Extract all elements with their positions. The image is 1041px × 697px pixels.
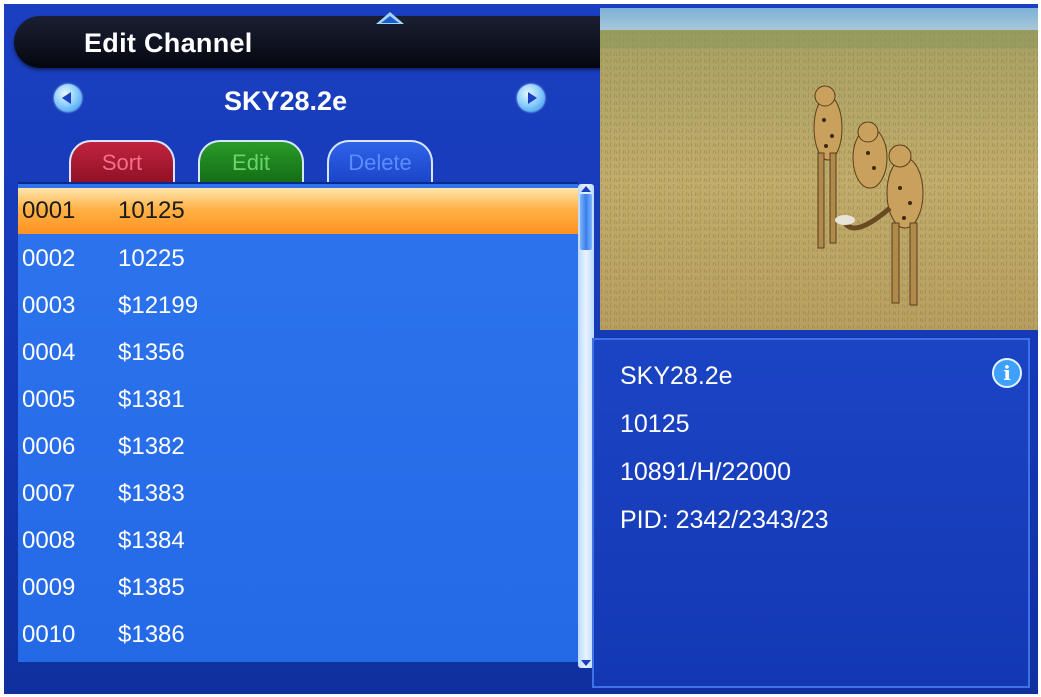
satellite-name: SKY28.2e [224,86,348,116]
channel-name: 10225 [118,245,185,272]
channel-row[interactable]: 0009 $1385 [18,565,578,611]
channel-list: 0001 10125 0002 10225 0003 $12199 0004 $… [18,182,578,662]
arrow-left-glyph [62,92,71,104]
channel-name: 10125 [118,197,185,224]
arrow-right-circle-icon[interactable] [517,84,545,112]
channel-name: $1381 [118,386,185,413]
channel-row[interactable]: 0004 $1356 [18,330,578,376]
channel-row[interactable]: 0010 $1386 [18,612,578,658]
channel-row[interactable]: 0002 10225 [18,236,578,282]
preview-image [600,8,1038,330]
edit-button[interactable]: Edit [198,140,304,184]
channel-number: 0009 [22,574,76,601]
arrow-left-circle-icon[interactable] [54,84,82,112]
channel-row-selected[interactable]: 0001 10125 [18,188,578,234]
channel-number: 0008 [22,527,76,554]
delete-button[interactable]: Delete [327,140,433,184]
title-bar: Edit Channel [14,16,609,68]
scroll-thumb[interactable] [580,194,592,250]
arrow-right-glyph [528,92,537,104]
scroll-up-icon[interactable] [581,186,591,192]
info-transponder: 10891/H/22000 [620,458,791,486]
info-pid: PID: 2342/2343/23 [620,506,829,534]
info-satellite: SKY28.2e [620,362,733,390]
channel-number: 0003 [22,292,76,319]
info-channel: 10125 [620,410,690,438]
channel-name: $1385 [118,574,185,601]
video-preview [600,8,1038,330]
tv-screen: Edit Channel SKY28.2e Sort Edit Delete 0… [4,4,1038,694]
channel-name: $1386 [118,621,185,648]
channel-name: $1384 [118,527,185,554]
info-icon[interactable]: i [992,358,1022,388]
sort-button[interactable]: Sort [69,140,175,184]
channel-name: $1382 [118,433,185,460]
channel-name: $1383 [118,480,185,507]
channel-row[interactable]: 0003 $12199 [18,283,578,329]
scroll-up-indicator-inner [381,16,399,23]
channel-number: 0004 [22,339,76,366]
channel-number: 0006 [22,433,76,460]
channel-info-panel: SKY28.2e 10125 10891/H/22000 PID: 2342/2… [592,338,1030,688]
channel-row[interactable]: 0007 $1383 [18,471,578,517]
channel-row[interactable]: 0006 $1382 [18,424,578,470]
channel-name: $1356 [118,339,185,366]
channel-number: 0005 [22,386,76,413]
channel-number: 0001 [22,197,76,224]
channel-row[interactable]: 0008 $1384 [18,518,578,564]
channel-number: 0010 [22,621,76,648]
page-title: Edit Channel [84,28,253,58]
scroll-down-icon[interactable] [581,660,591,666]
channel-row[interactable]: 0005 $1381 [18,377,578,423]
channel-number: 0007 [22,480,76,507]
channel-name: $12199 [118,292,199,319]
channel-number: 0002 [22,245,76,272]
